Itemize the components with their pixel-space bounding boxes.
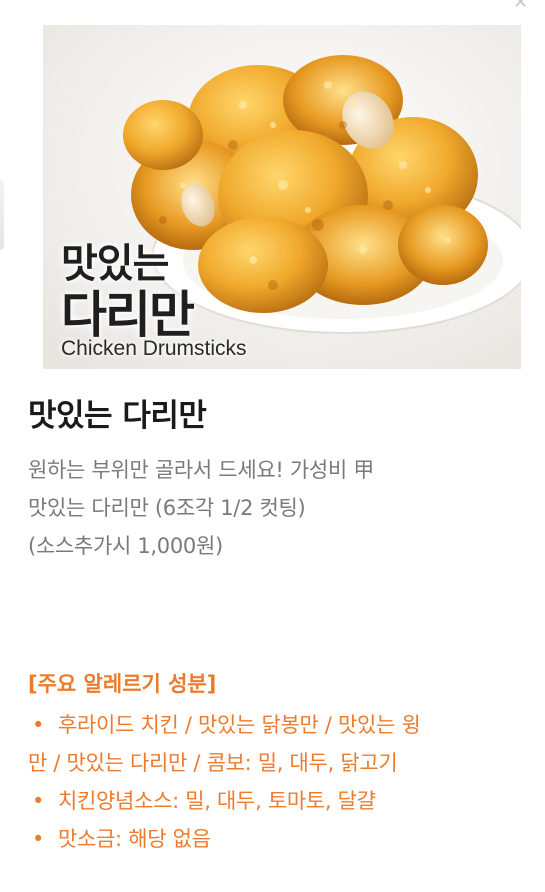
allergen-list: • 후라이드 치킨 / 맛있는 닭봉만 / 맛있는 윙 만 / 맛있는 다리만 … — [28, 706, 528, 858]
allergen-item-continued: 만 / 맛있는 다리만 / 콤보: 밀, 대두, 닭고기 — [28, 744, 528, 782]
allergen-text: 후라이드 치킨 / 맛있는 닭봉만 / 맛있는 윙 — [58, 713, 421, 737]
description-line: 맛있는 다리만 (6조각 1/2 컷팅) — [28, 496, 306, 520]
product-image: 맛있는 다리만 Chicken Drumsticks — [43, 25, 521, 369]
description-line: (소스추가시 1,000원) — [28, 534, 223, 558]
product-title: 맛있는 다리만 — [28, 398, 207, 434]
allergen-text: 만 / 맛있는 다리만 / 콤보: 밀, 대두, 닭고기 — [28, 751, 398, 775]
close-icon[interactable]: ✕ — [513, 0, 531, 12]
bullet-icon: • — [32, 789, 45, 813]
allergen-item: • 맛소금: 해당 없음 — [28, 820, 528, 858]
bullet-icon: • — [32, 827, 45, 851]
allergen-item: • 후라이드 치킨 / 맛있는 닭봉만 / 맛있는 윙 — [28, 706, 528, 744]
product-description: 원하는 부위만 골라서 드세요! 가성비 甲 맛있는 다리만 (6조각 1/2 … — [28, 451, 528, 565]
image-english-name: Chicken Drumsticks — [61, 337, 247, 360]
allergen-text: 치킨양념소스: 밀, 대두, 토마토, 달걀 — [58, 789, 376, 813]
bullet-icon: • — [32, 713, 45, 737]
description-line: 원하는 부위만 골라서 드세요! 가성비 甲 — [28, 458, 374, 482]
allergen-heading: [주요 알레르기 성분] — [28, 672, 217, 696]
allergen-item: • 치킨양념소스: 밀, 대두, 토마토, 달걀 — [28, 782, 528, 820]
allergen-text: 맛소금: 해당 없음 — [58, 827, 211, 851]
carousel-edge — [0, 180, 4, 250]
